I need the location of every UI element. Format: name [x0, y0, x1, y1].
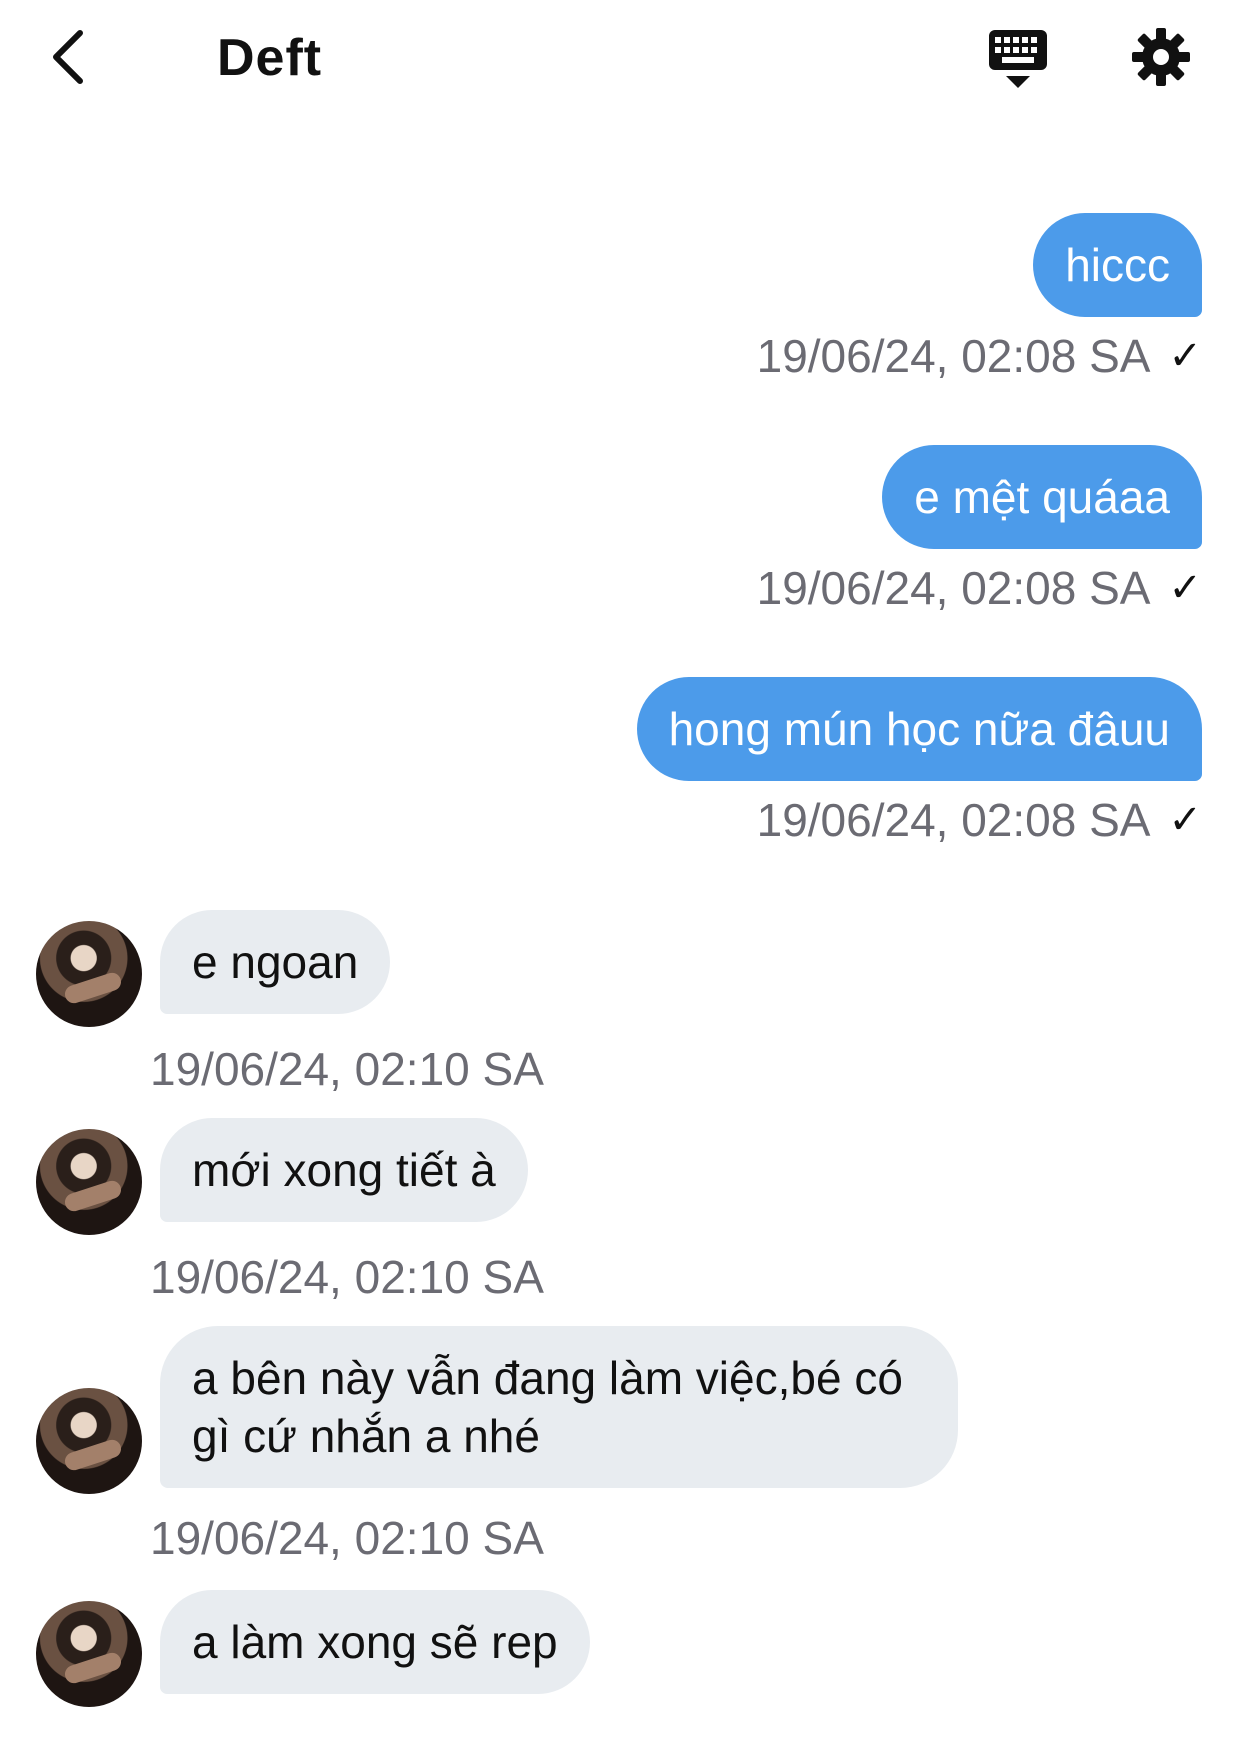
message-meta: 19/06/24, 02:08 SA ✓	[757, 561, 1202, 615]
message-timestamp: 19/06/24, 02:10 SA	[150, 1043, 544, 1095]
chat-header: Deft	[0, 0, 1242, 120]
incoming-message: a làm xong sẽ rep	[36, 1590, 1036, 1738]
outgoing-message: hiccc 19/06/24, 02:08 SA ✓	[757, 213, 1202, 383]
keyboard-button[interactable]	[985, 26, 1051, 92]
sent-check-icon: ✓	[1168, 566, 1202, 610]
chevron-left-icon	[53, 30, 83, 84]
message-timestamp: 19/06/24, 02:10 SA	[150, 1512, 544, 1564]
outgoing-bubble[interactable]: hiccc	[1033, 213, 1202, 317]
sent-check-icon: ✓	[1168, 798, 1202, 842]
avatar[interactable]	[36, 1388, 142, 1494]
avatar[interactable]	[36, 1129, 142, 1235]
avatar[interactable]	[36, 921, 142, 1027]
outgoing-bubble[interactable]: e mệt quáaa	[882, 445, 1202, 549]
keyboard-icon	[989, 30, 1047, 88]
avatar[interactable]	[36, 1601, 142, 1707]
contact-name[interactable]: Deft	[217, 28, 322, 88]
message-timestamp: 19/06/24, 02:08 SA	[756, 330, 1151, 382]
incoming-bubble[interactable]: mới xong tiết à	[160, 1118, 528, 1222]
chat-screen: Deft hiccc 19/06/24, 02:08 SA ✓ e mệt qu…	[0, 0, 1242, 1738]
message-meta: 19/06/24, 02:08 SA ✓	[757, 793, 1202, 847]
gear-icon	[1132, 28, 1190, 86]
incoming-message: mới xong tiết à 19/06/24, 02:10 SA	[36, 1118, 1036, 1318]
incoming-message: e ngoan 19/06/24, 02:10 SA	[36, 910, 1036, 1110]
message-timestamp: 19/06/24, 02:08 SA	[756, 794, 1151, 846]
outgoing-bubble[interactable]: hong mún học nữa đâuu	[636, 677, 1202, 781]
back-button[interactable]	[38, 22, 98, 92]
message-timestamp: 19/06/24, 02:08 SA	[756, 562, 1151, 614]
incoming-message: a bên này vẫn đang làm việc,bé có gì cứ …	[36, 1326, 1036, 1586]
message-meta: 19/06/24, 02:08 SA ✓	[757, 329, 1202, 383]
incoming-bubble[interactable]: a làm xong sẽ rep	[160, 1590, 590, 1694]
outgoing-message: e mệt quáaa 19/06/24, 02:08 SA ✓	[757, 445, 1202, 615]
incoming-bubble[interactable]: a bên này vẫn đang làm việc,bé có gì cứ …	[160, 1326, 958, 1488]
sent-check-icon: ✓	[1168, 334, 1202, 378]
outgoing-message: hong mún học nữa đâuu 19/06/24, 02:08 SA…	[636, 677, 1202, 847]
incoming-bubble[interactable]: e ngoan	[160, 910, 391, 1014]
message-timestamp: 19/06/24, 02:10 SA	[150, 1251, 544, 1303]
settings-button[interactable]	[1130, 26, 1192, 88]
